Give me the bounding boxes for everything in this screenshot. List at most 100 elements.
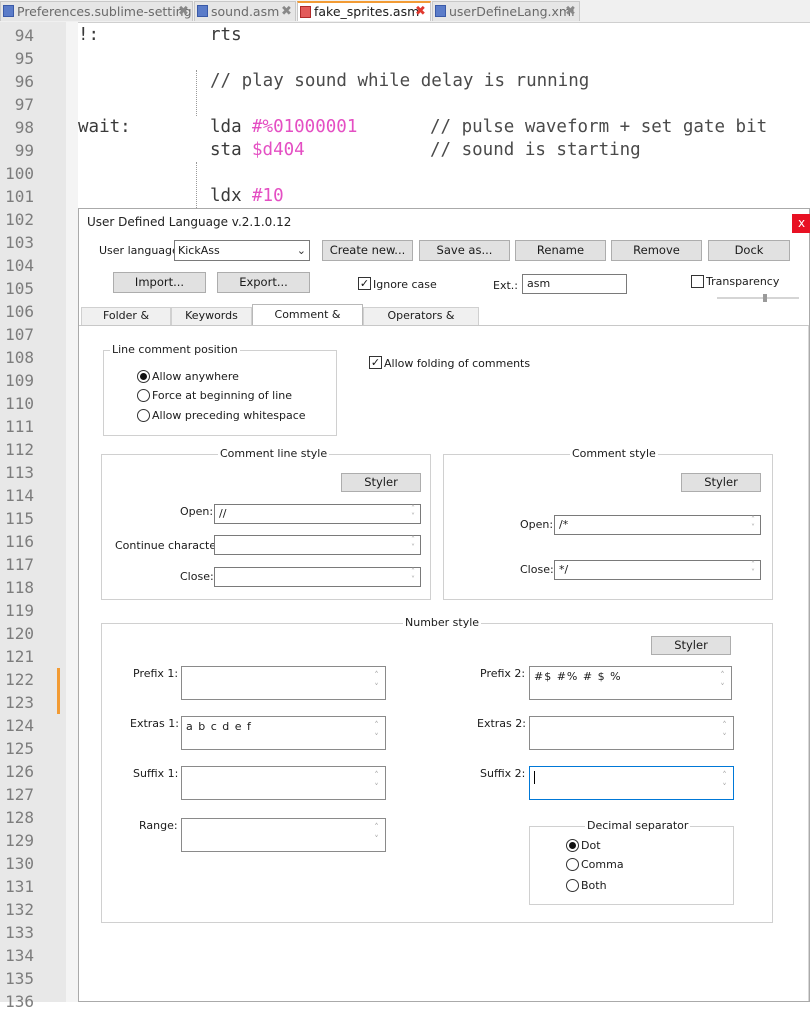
- suffix1-input[interactable]: ˄ ˅: [181, 766, 386, 800]
- range-input[interactable]: ˄ ˅: [181, 818, 386, 852]
- prefix2-input[interactable]: #$ #% # $ % ˄ ˅: [529, 666, 732, 700]
- rename-button[interactable]: Rename: [515, 240, 606, 261]
- decimal-both-radio[interactable]: [566, 879, 579, 892]
- tab-sound-asm[interactable]: sound.asm ✖: [194, 1, 296, 21]
- close-icon[interactable]: ✖: [415, 3, 426, 20]
- user-language-value: KickAss: [178, 244, 220, 257]
- dialog-close-button[interactable]: x: [792, 214, 810, 233]
- comment-open-label: Open:: [520, 518, 554, 531]
- allow-anywhere-radio[interactable]: [137, 370, 150, 383]
- line-number: 125: [5, 739, 34, 758]
- line-number: 130: [5, 854, 34, 873]
- scroll-arrows-icon: ˄ ˅: [374, 671, 380, 693]
- comment-style-group: Comment style Styler Open: /* ˄ ˅ Close: …: [443, 447, 773, 600]
- ext-label: Ext.:: [493, 279, 518, 292]
- line-number: 118: [5, 578, 34, 597]
- comment-open-input[interactable]: /* ˄ ˅: [554, 515, 761, 535]
- group-title: Number style: [403, 616, 482, 629]
- code-operand: #%01000001: [252, 117, 358, 137]
- comment-line-open-value: //: [219, 507, 227, 520]
- comment-line-styler-button[interactable]: Styler: [341, 473, 421, 492]
- prefix2-label: Prefix 2:: [480, 667, 526, 680]
- scroll-arrows-icon: ˄ ˅: [411, 504, 415, 521]
- line-number: 119: [5, 601, 34, 620]
- close-icon[interactable]: ✖: [565, 2, 576, 21]
- transparency-slider[interactable]: [717, 294, 799, 302]
- line-number: 95: [14, 49, 34, 68]
- user-language-select[interactable]: KickAss ⌄: [174, 240, 310, 261]
- close-icon[interactable]: ✖: [178, 2, 189, 21]
- decimal-comma-label: Comma: [581, 858, 624, 871]
- decimal-separator-group: Decimal separator Dot Comma Both: [529, 819, 734, 905]
- line-number: 94: [14, 26, 34, 45]
- tab-fake-sprites-asm[interactable]: fake_sprites.asm ✖: [297, 1, 431, 21]
- export-button[interactable]: Export...: [217, 272, 310, 293]
- dock-button[interactable]: Dock: [708, 240, 790, 261]
- continue-character-label: Continue character:: [115, 539, 225, 552]
- slider-thumb[interactable]: [763, 294, 767, 302]
- transparency-checkbox[interactable]: [691, 275, 704, 288]
- prefix2-value: #$ #% # $ %: [534, 670, 622, 683]
- tab-operators-delimiters[interactable]: Operators & Delimiters: [363, 307, 479, 338]
- scroll-arrows-icon: ˄ ˅: [751, 560, 755, 577]
- fold-margin[interactable]: [66, 22, 78, 1002]
- prefix1-input[interactable]: ˄ ˅: [181, 666, 386, 700]
- force-beginning-radio[interactable]: [137, 389, 150, 402]
- import-button[interactable]: Import...: [113, 272, 206, 293]
- extras1-input[interactable]: a b c d e f ˄ ˅: [181, 716, 386, 750]
- scroll-arrows-icon: ˄ ˅: [374, 721, 380, 743]
- code-instruction: rts: [210, 25, 242, 45]
- comment-number-panel: Line comment position Allow anywhere For…: [79, 325, 809, 1001]
- comment-close-input[interactable]: */ ˄ ˅: [554, 560, 761, 580]
- comment-line-close-input[interactable]: ˄ ˅: [214, 567, 421, 587]
- code-instruction: ldx: [210, 186, 242, 206]
- decimal-comma-radio[interactable]: [566, 858, 579, 871]
- editor-tab-bar: Preferences.sublime-settings ✖ sound.asm…: [0, 0, 810, 23]
- ignore-case-checkbox[interactable]: ✓: [358, 277, 371, 290]
- line-number: 101: [5, 187, 34, 206]
- tab-userdefinelang-xml[interactable]: userDefineLang.xml ✖: [432, 1, 580, 21]
- code-comment: // sound is starting: [430, 140, 641, 160]
- scroll-arrows-icon: ˄ ˅: [411, 567, 415, 584]
- comment-line-close-label: Close:: [180, 570, 214, 583]
- tab-label: fake_sprites.asm: [314, 4, 420, 19]
- line-number: 113: [5, 463, 34, 482]
- line-number: 124: [5, 716, 34, 735]
- comment-styler-button[interactable]: Styler: [681, 473, 761, 492]
- comment-close-value: */: [559, 563, 569, 576]
- tab-label: userDefineLang.xml: [449, 4, 575, 19]
- tab-preferences-sublime-settings[interactable]: Preferences.sublime-settings ✖: [0, 1, 193, 21]
- scroll-arrows-icon: ˄ ˅: [374, 771, 380, 793]
- close-icon[interactable]: ✖: [281, 2, 292, 21]
- ext-input[interactable]: asm: [522, 274, 627, 294]
- file-icon: [197, 5, 208, 17]
- decimal-dot-radio[interactable]: [566, 839, 579, 852]
- comment-line-open-input[interactable]: // ˄ ˅: [214, 504, 421, 524]
- extras2-input[interactable]: ˄ ˅: [529, 716, 734, 750]
- continue-character-input[interactable]: ˄ ˅: [214, 535, 421, 555]
- number-styler-button[interactable]: Styler: [651, 636, 731, 655]
- scroll-arrows-icon: ˄ ˅: [411, 535, 415, 552]
- comment-close-label: Close:: [520, 563, 554, 576]
- force-beginning-label: Force at beginning of line: [152, 389, 292, 402]
- file-icon: [3, 5, 14, 17]
- code-comment: // pulse waveform + set gate bit: [430, 117, 768, 137]
- save-as-button[interactable]: Save as...: [419, 240, 510, 261]
- line-number: 106: [5, 302, 34, 321]
- remove-button[interactable]: Remove: [611, 240, 702, 261]
- suffix1-label: Suffix 1:: [133, 767, 179, 780]
- create-new-button[interactable]: Create new...: [322, 240, 413, 261]
- text-cursor: [534, 770, 535, 784]
- suffix2-input[interactable]: ˄ ˅: [529, 766, 734, 800]
- line-number: 100: [5, 164, 34, 183]
- line-number: 97: [14, 95, 34, 114]
- line-number: 117: [5, 555, 34, 574]
- allow-whitespace-radio[interactable]: [137, 409, 150, 422]
- allow-folding-checkbox[interactable]: ✓: [369, 356, 382, 369]
- transparency-label: Transparency: [706, 275, 780, 288]
- line-number: 114: [5, 486, 34, 505]
- tab-folder-default[interactable]: Folder & Default: [81, 307, 171, 338]
- tab-keywords-lists[interactable]: Keywords Lists: [171, 307, 252, 338]
- tab-comment-number[interactable]: Comment & Number: [252, 304, 363, 341]
- comment-line-open-label: Open:: [180, 505, 214, 518]
